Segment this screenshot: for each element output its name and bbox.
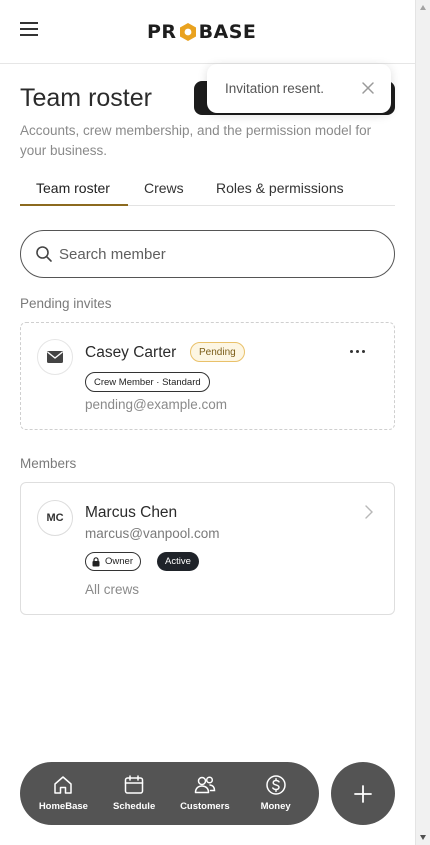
pending-invite-card: Casey Carter Pending Crew Member · Stand…	[20, 322, 395, 430]
home-icon	[54, 776, 73, 794]
add-button[interactable]	[331, 762, 395, 825]
nav-label: Schedule	[113, 801, 156, 812]
scroll-up-icon[interactable]	[420, 5, 426, 10]
plus-icon	[354, 784, 372, 803]
active-status-badge: Active	[157, 552, 199, 571]
nav-item-money[interactable]: Money	[241, 762, 311, 825]
logo-hex-icon	[178, 22, 198, 42]
nav-label: Money	[260, 801, 291, 812]
logo-text-left: PR	[147, 21, 177, 43]
nav-item-schedule[interactable]: Schedule	[99, 762, 169, 825]
bottom-navigation: HomeBase Schedule Customers Money	[20, 762, 319, 825]
nav-label: Customers	[180, 801, 230, 812]
probase-logo[interactable]: PR BASE	[147, 20, 256, 44]
member-card[interactable]: MC Marcus Chen marcus@vanpool.com Owner …	[20, 482, 395, 615]
invitee-name: Casey Carter	[85, 344, 177, 361]
search-icon	[35, 245, 53, 263]
app-page: PR BASE Team roster Accounts, crew membe…	[0, 0, 415, 845]
tab-team-roster[interactable]: Team roster	[20, 170, 128, 206]
nav-item-homebase[interactable]: HomeBase	[28, 762, 98, 825]
top-bar: PR BASE	[0, 0, 415, 64]
pending-invites-heading: Pending invites	[20, 296, 112, 311]
search-box	[20, 230, 395, 278]
invitee-email: pending@example.com	[85, 397, 228, 412]
invite-role-badge: Crew Member · Standard	[85, 372, 210, 392]
owner-role-label: Owner	[105, 556, 133, 567]
page-subtitle: Accounts, crew membership, and the permi…	[20, 123, 372, 158]
owner-role-badge: Owner	[85, 552, 141, 571]
toast-message: Invitation resent.	[225, 81, 325, 96]
page-title: Team roster	[20, 84, 152, 112]
members-heading: Members	[20, 456, 77, 471]
roster-tabs: Team roster Crews Roles & permissions	[20, 170, 395, 206]
avatar: MC	[37, 500, 73, 536]
close-icon[interactable]	[359, 79, 377, 97]
calendar-icon	[124, 775, 144, 794]
nav-label: HomeBase	[38, 801, 88, 812]
chevron-right-icon	[364, 505, 374, 519]
nav-item-customers[interactable]: Customers	[170, 762, 240, 825]
mail-icon	[37, 339, 73, 375]
users-icon	[194, 776, 216, 794]
scroll-down-icon[interactable]	[420, 835, 426, 840]
menu-icon[interactable]	[20, 22, 44, 42]
tab-roles-permissions[interactable]: Roles & permissions	[216, 170, 344, 206]
search-input[interactable]	[59, 245, 359, 263]
lock-icon	[92, 556, 100, 566]
member-email: marcus@vanpool.com	[85, 526, 220, 541]
pending-status-badge: Pending	[190, 342, 245, 362]
more-options-icon[interactable]	[350, 346, 370, 356]
toast-notification: Invitation resent.	[207, 64, 391, 113]
member-crews: All crews	[85, 582, 140, 597]
member-name: Marcus Chen	[85, 504, 178, 521]
dollar-icon	[265, 775, 286, 795]
tab-crews[interactable]: Crews	[144, 170, 184, 206]
logo-text-right: BASE	[198, 21, 257, 43]
scrollbar[interactable]	[415, 0, 430, 845]
